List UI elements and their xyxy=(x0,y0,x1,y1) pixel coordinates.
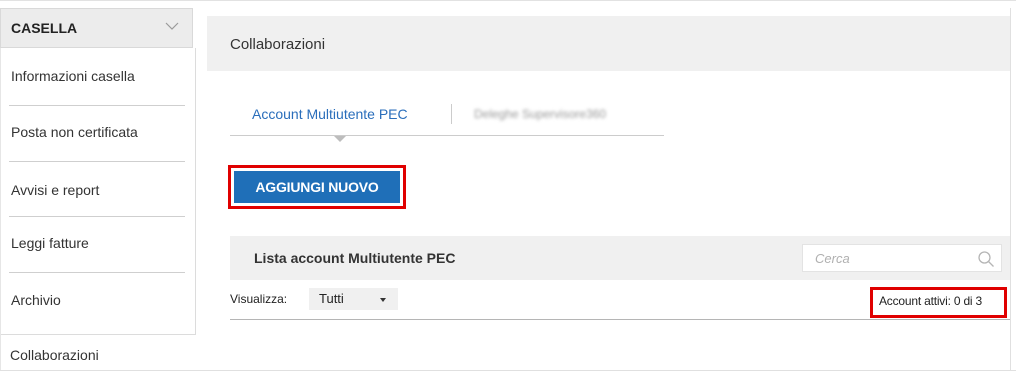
divider xyxy=(9,161,185,162)
active-tab-indicator xyxy=(334,136,346,142)
sidebar-section-header[interactable]: CASELLA xyxy=(0,8,193,48)
divider xyxy=(451,104,452,124)
sidebar-section-title: CASELLA xyxy=(11,20,78,36)
list-header: Lista account Multiutente PEC xyxy=(230,236,1010,280)
chevron-down-icon[interactable] xyxy=(165,21,179,31)
list-title: Lista account Multiutente PEC xyxy=(254,250,456,266)
tab-bar: Account Multiutente PEC Deleghe Supervis… xyxy=(230,98,664,142)
page-title: Collaborazioni xyxy=(230,36,326,53)
filter-select[interactable]: Tutti xyxy=(309,288,398,310)
divider xyxy=(1010,8,1011,371)
sidebar-item-avvisi-e-report[interactable]: Avvisi e report xyxy=(11,182,99,198)
active-accounts-count: Account attivi: 0 di 3 xyxy=(879,294,982,308)
sidebar-item-collaborazioni[interactable]: Collaborazioni xyxy=(10,347,99,363)
sidebar: CASELLA Informazioni casella Posta non c… xyxy=(0,8,196,381)
caret-down-icon xyxy=(380,298,386,302)
divider xyxy=(9,272,185,273)
divider xyxy=(230,319,1010,320)
search-input[interactable] xyxy=(815,249,965,267)
filter-label: Visualizza: xyxy=(230,292,288,306)
filter-selected-value: Tutti xyxy=(319,291,344,306)
sidebar-item-posta-non-certificata[interactable]: Posta non certificata xyxy=(11,124,138,140)
divider xyxy=(9,105,185,106)
sidebar-item-archivio[interactable]: Archivio xyxy=(11,292,61,308)
search-box xyxy=(802,244,1002,272)
search-icon[interactable] xyxy=(977,250,995,268)
divider xyxy=(0,327,1,371)
sidebar-menu: Informazioni casella Posta non certifica… xyxy=(0,48,196,335)
tab-account-multiutente-pec[interactable]: Account Multiutente PEC xyxy=(252,106,408,122)
divider xyxy=(230,135,664,136)
divider xyxy=(9,216,185,217)
tab-deleghe-supervisore[interactable]: Deleghe Supervisore360 xyxy=(474,107,606,121)
sidebar-item-leggi-fatture[interactable]: Leggi fatture xyxy=(11,235,89,251)
sidebar-item-informazioni-casella[interactable]: Informazioni casella xyxy=(11,68,135,84)
add-new-button[interactable]: AGGIUNGI NUOVO xyxy=(234,171,400,203)
top-border xyxy=(0,0,1016,4)
divider xyxy=(0,370,1016,371)
page-header: Collaborazioni xyxy=(207,16,1010,71)
